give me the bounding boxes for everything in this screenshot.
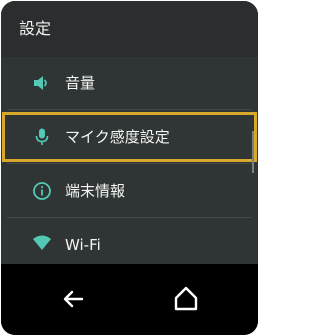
back-arrow-icon[interactable] xyxy=(58,284,88,314)
settings-item-mic-sensitivity[interactable]: マイク感度設定 xyxy=(1,111,258,163)
navigation-bar xyxy=(1,264,258,335)
settings-item-label: Wi-Fi xyxy=(65,236,101,254)
wifi-icon xyxy=(32,233,52,253)
divider xyxy=(7,163,252,164)
info-icon xyxy=(32,181,52,201)
speaker-icon xyxy=(32,73,52,93)
settings-item-label: 音量 xyxy=(65,74,96,92)
page-title: 設定 xyxy=(19,19,52,38)
divider xyxy=(7,217,252,218)
microphone-icon xyxy=(32,127,52,147)
divider xyxy=(7,109,252,110)
settings-item-label: マイク感度設定 xyxy=(65,128,170,146)
header-bar: 設定 xyxy=(1,1,258,57)
settings-item-volume[interactable]: 音量 xyxy=(1,57,258,109)
settings-item-device-info[interactable]: 端末情報 xyxy=(1,165,258,217)
settings-list: 音量 マイク感度設定 端末情報 Wi-Fi xyxy=(1,57,258,264)
scrollbar[interactable] xyxy=(252,131,254,173)
home-icon[interactable] xyxy=(171,284,201,314)
device-frame: 設定 音量 マイク感度設定 端末情報 Wi-Fi xyxy=(0,0,259,336)
screen: 設定 音量 マイク感度設定 端末情報 Wi-Fi xyxy=(1,1,258,335)
settings-item-label: 端末情報 xyxy=(65,182,126,200)
